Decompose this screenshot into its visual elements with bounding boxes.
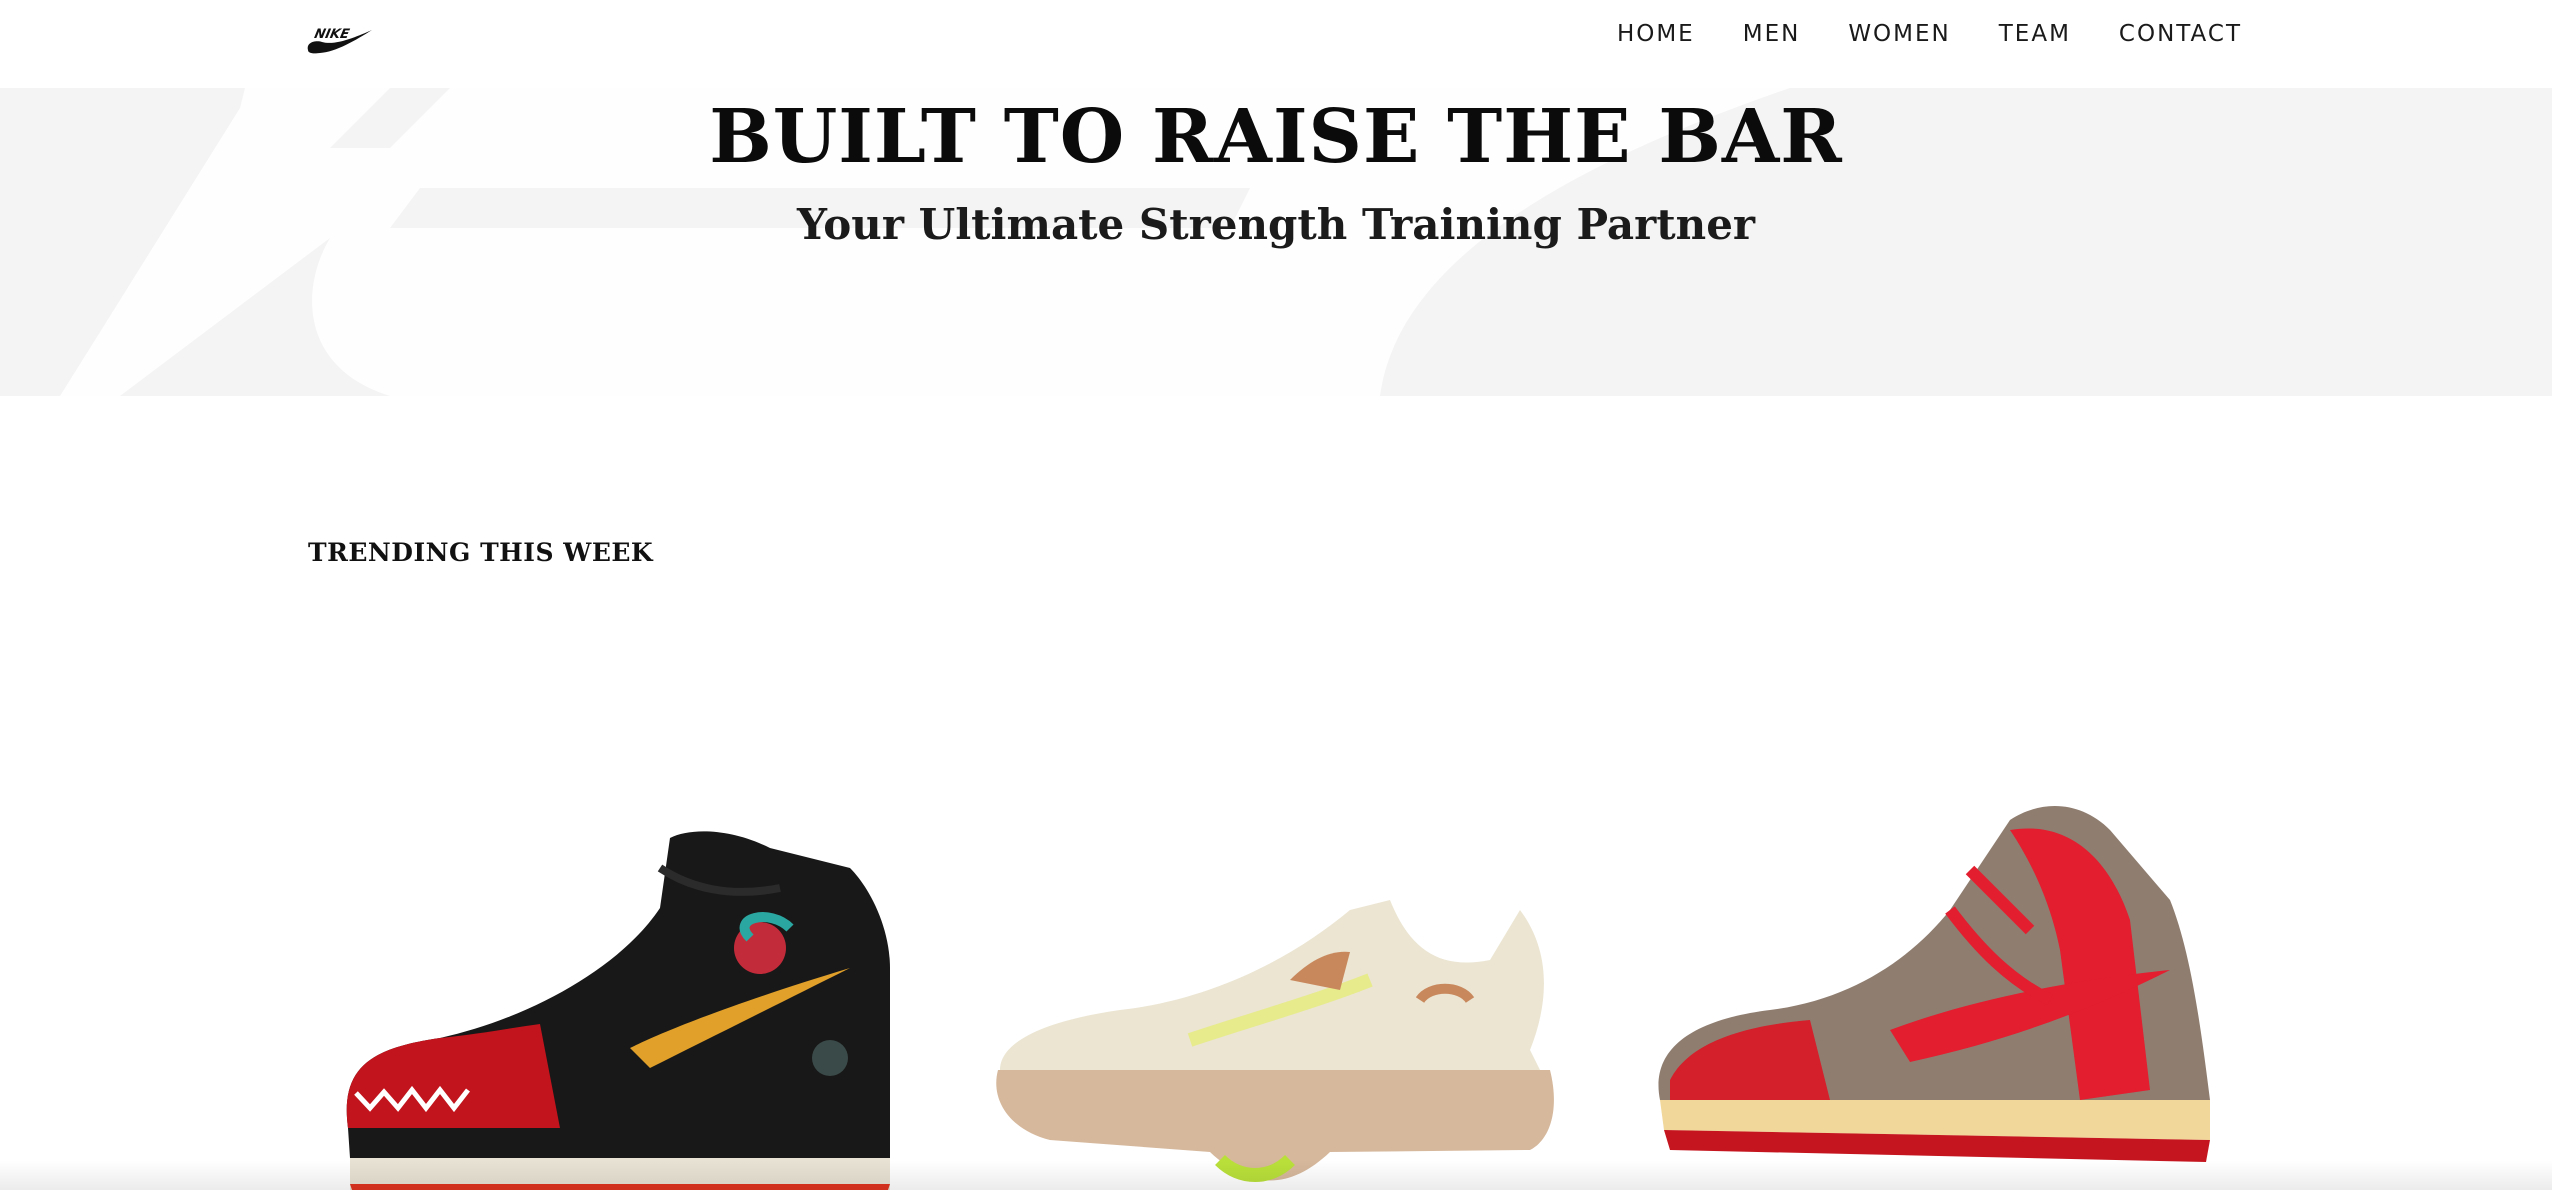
main-menu: HOME MEN WOMEN TEAM CONTACT [1617,0,2242,68]
nav-team-link[interactable]: TEAM [1999,21,2071,47]
red-tie-dye-high-top-sneaker-icon[interactable] [1650,800,2240,1190]
hero-banner: BUILT TO RAISE THE BAR Your Ultimate Str… [0,88,2552,396]
trending-section-title: TRENDING THIS WEEK [308,538,654,567]
nav-home-link[interactable]: HOME [1617,21,1695,47]
nav-women-link[interactable]: WOMEN [1848,21,1950,47]
black-red-high-top-sneaker-icon[interactable] [330,828,900,1190]
top-navigation: NIKE HOME MEN WOMEN TEAM CONTACT [0,0,2552,88]
cream-cork-sole-sneaker-icon[interactable] [990,890,1570,1190]
nike-logo-icon[interactable]: NIKE [306,18,374,54]
hero-subtitle: Your Ultimate Strength Training Partner [796,200,1756,249]
nav-contact-link[interactable]: CONTACT [2119,21,2242,47]
trending-products [0,800,2552,1190]
svg-text:NIKE: NIKE [313,27,351,42]
hero-title: BUILT TO RAISE THE BAR [709,94,1843,180]
nav-men-link[interactable]: MEN [1743,21,1801,47]
